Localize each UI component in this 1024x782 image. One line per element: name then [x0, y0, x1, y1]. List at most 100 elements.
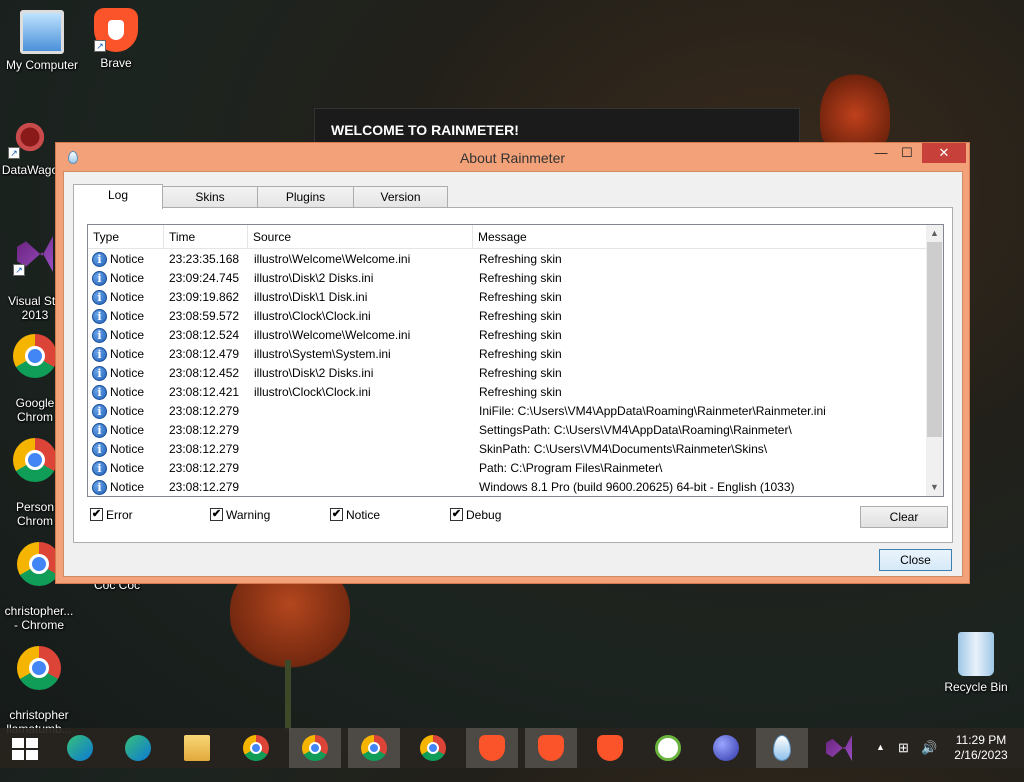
- close-window-button[interactable]: ✕: [922, 143, 966, 163]
- taskbar-chrome-profile-3[interactable]: [407, 728, 459, 768]
- taskbar-brave[interactable]: [525, 728, 577, 768]
- log-message: IniFile: C:\Users\VM4\AppData\Roaming\Ra…: [479, 404, 826, 418]
- tab-version[interactable]: Version: [353, 186, 448, 208]
- clock-date: 2/16/2023: [954, 748, 1008, 762]
- log-row[interactable]: i Notice 23:23:35.168 illustro\Welcome\Welc…: [88, 250, 928, 269]
- brave-icon: [597, 735, 623, 761]
- log-scrollbar[interactable]: ▲ ▼: [926, 225, 943, 496]
- chrome-icon: [13, 334, 57, 378]
- datawago-icon: ↗: [8, 115, 52, 159]
- rainmeter-icon: [773, 735, 791, 761]
- taskbar-chrome-profile-2[interactable]: [348, 728, 400, 768]
- log-row[interactable]: i Notice 23:08:59.572 illustro\Clock\Clock.…: [88, 307, 928, 326]
- taskbar-coc-coc[interactable]: [642, 728, 694, 768]
- visual-studio-icon: ↗: [13, 232, 57, 276]
- desktop-icon-brave[interactable]: ↗ Brave: [74, 8, 158, 70]
- log-row[interactable]: i Notice 23:09:24.745 illustro\Disk\2 Disks…: [88, 269, 928, 288]
- start-button[interactable]: [0, 728, 52, 768]
- log-message: Windows 8.1 Pro (build 9600.20625) 64-bi…: [479, 480, 795, 494]
- volume-icon[interactable]: 🔊: [921, 740, 937, 780]
- tab-plugins[interactable]: Plugins: [257, 186, 354, 208]
- taskbar-visual-studio[interactable]: [813, 728, 865, 768]
- log-source: illustro\Disk\2 Disks.ini: [254, 366, 374, 380]
- desktop-icon-label: DataWago: [1, 163, 59, 177]
- clock-time: 11:29 PM: [955, 733, 1007, 747]
- taskbar-edge-beta[interactable]: [112, 728, 164, 768]
- log-row[interactable]: i Notice 23:08:12.279 IniFile: C:\Users\VM4…: [88, 402, 928, 421]
- log-row[interactable]: i Notice 23:08:12.279 Path: C:\Program File…: [88, 459, 928, 478]
- shortcut-arrow-icon: ↗: [8, 147, 20, 159]
- taskbar-rainmeter[interactable]: [756, 728, 808, 768]
- chrome-icon: [420, 735, 446, 761]
- log-row[interactable]: i Notice 23:09:19.862 illustro\Disk\1 Disk.…: [88, 288, 928, 307]
- desktop-icon-label: My Computer: [5, 58, 79, 72]
- desktop-icon-datawago[interactable]: ↗ DataWago: [0, 115, 60, 177]
- info-icon: i: [92, 404, 107, 419]
- taskbar-clock[interactable]: 11:29 PM 2/16/2023: [946, 733, 1016, 773]
- show-hidden-icons-button[interactable]: ▲: [876, 742, 885, 782]
- chrome-icon: [17, 646, 61, 690]
- taskbar-edge[interactable]: [54, 728, 106, 768]
- taskbar-chrome-profile-1[interactable]: [289, 728, 341, 768]
- filter-notice-checkbox[interactable]: ✔ Notice: [330, 507, 380, 523]
- log-message: Refreshing skin: [479, 252, 562, 266]
- taskbar-brave-profile-2[interactable]: [584, 728, 636, 768]
- scroll-up-button[interactable]: ▲: [926, 225, 943, 242]
- log-list[interactable]: Type Time Source Message i Notice 23:23:35…: [87, 224, 944, 497]
- filter-warning-checkbox[interactable]: ✔ Warning: [210, 507, 270, 523]
- column-header-type[interactable]: Type: [88, 225, 164, 249]
- log-message: Refreshing skin: [479, 366, 562, 380]
- tab-log[interactable]: Log: [73, 184, 163, 209]
- log-row[interactable]: i Notice 23:08:12.421 illustro\Clock\Clock.…: [88, 383, 928, 402]
- column-header-source[interactable]: Source: [248, 225, 473, 249]
- computer-icon: [20, 10, 64, 54]
- log-source: illustro\Clock\Clock.ini: [254, 309, 371, 323]
- filter-debug-checkbox[interactable]: ✔ Debug: [450, 507, 501, 523]
- log-time: 23:23:35.168: [169, 252, 240, 266]
- desktop-icon-my-computer[interactable]: My Computer: [0, 10, 84, 72]
- log-time: 23:09:19.862: [169, 290, 240, 304]
- taskbar-brave-profile-1[interactable]: [466, 728, 518, 768]
- minimize-button[interactable]: —: [868, 143, 894, 163]
- log-row[interactable]: i Notice 23:08:12.452 illustro\Disk\2 Disks…: [88, 364, 928, 383]
- log-tab-panel: Type Time Source Message i Notice 23:23:35…: [73, 207, 953, 543]
- maximize-button[interactable]: ☐: [894, 143, 920, 163]
- log-source: [254, 459, 474, 478]
- log-source: illustro\Welcome\Welcome.ini: [254, 328, 411, 342]
- close-button[interactable]: Close: [879, 549, 952, 571]
- log-row[interactable]: i Notice 23:08:12.279 Windows 8.1 Pro (buil…: [88, 478, 928, 496]
- log-source: illustro\Clock\Clock.ini: [254, 385, 371, 399]
- chrome-icon: [361, 735, 387, 761]
- log-time: 23:08:12.279: [169, 423, 240, 437]
- clear-button[interactable]: Clear: [860, 506, 948, 528]
- log-message: SettingsPath: C:\Users\VM4\AppData\Roami…: [479, 423, 792, 437]
- log-message: Refreshing skin: [479, 271, 562, 285]
- desktop-icon-recycle-bin[interactable]: Recycle Bin: [934, 632, 1018, 694]
- log-row[interactable]: i Notice 23:08:12.279 SkinPath: C:\Users\VM…: [88, 440, 928, 459]
- taskbar-chrome[interactable]: [230, 728, 282, 768]
- log-time: 23:08:12.524: [169, 328, 240, 342]
- log-row[interactable]: i Notice 23:08:12.524 illustro\Welcome\Welc…: [88, 326, 928, 345]
- log-row[interactable]: i Notice 23:08:12.479 illustro\System\Syste…: [88, 345, 928, 364]
- log-source: [254, 421, 474, 440]
- info-icon: i: [92, 271, 107, 286]
- network-icon[interactable]: ⊞: [898, 740, 909, 780]
- taskbar-file-explorer[interactable]: [171, 728, 223, 768]
- info-icon: i: [92, 309, 107, 324]
- log-row[interactable]: i Notice 23:08:12.279 SettingsPath: C:\User…: [88, 421, 928, 440]
- taskbar-ball-app[interactable]: [700, 728, 752, 768]
- filter-label: Error: [106, 508, 133, 522]
- tab-skins[interactable]: Skins: [162, 186, 258, 208]
- log-message: Refreshing skin: [479, 328, 562, 342]
- filter-error-checkbox[interactable]: ✔ Error: [90, 507, 133, 523]
- shortcut-arrow-icon: ↗: [94, 40, 106, 52]
- title-bar[interactable]: About Rainmeter — ☐ ✕: [56, 143, 969, 171]
- column-header-time[interactable]: Time: [164, 225, 248, 249]
- scroll-thumb[interactable]: [927, 242, 942, 437]
- log-time: 23:08:12.452: [169, 366, 240, 380]
- filter-label: Warning: [226, 508, 271, 522]
- welcome-title: WELCOME TO RAINMETER!: [331, 122, 519, 138]
- column-header-message[interactable]: Message: [473, 225, 928, 249]
- checkbox-checked-icon: ✔: [330, 508, 343, 521]
- scroll-down-button[interactable]: ▼: [926, 479, 943, 496]
